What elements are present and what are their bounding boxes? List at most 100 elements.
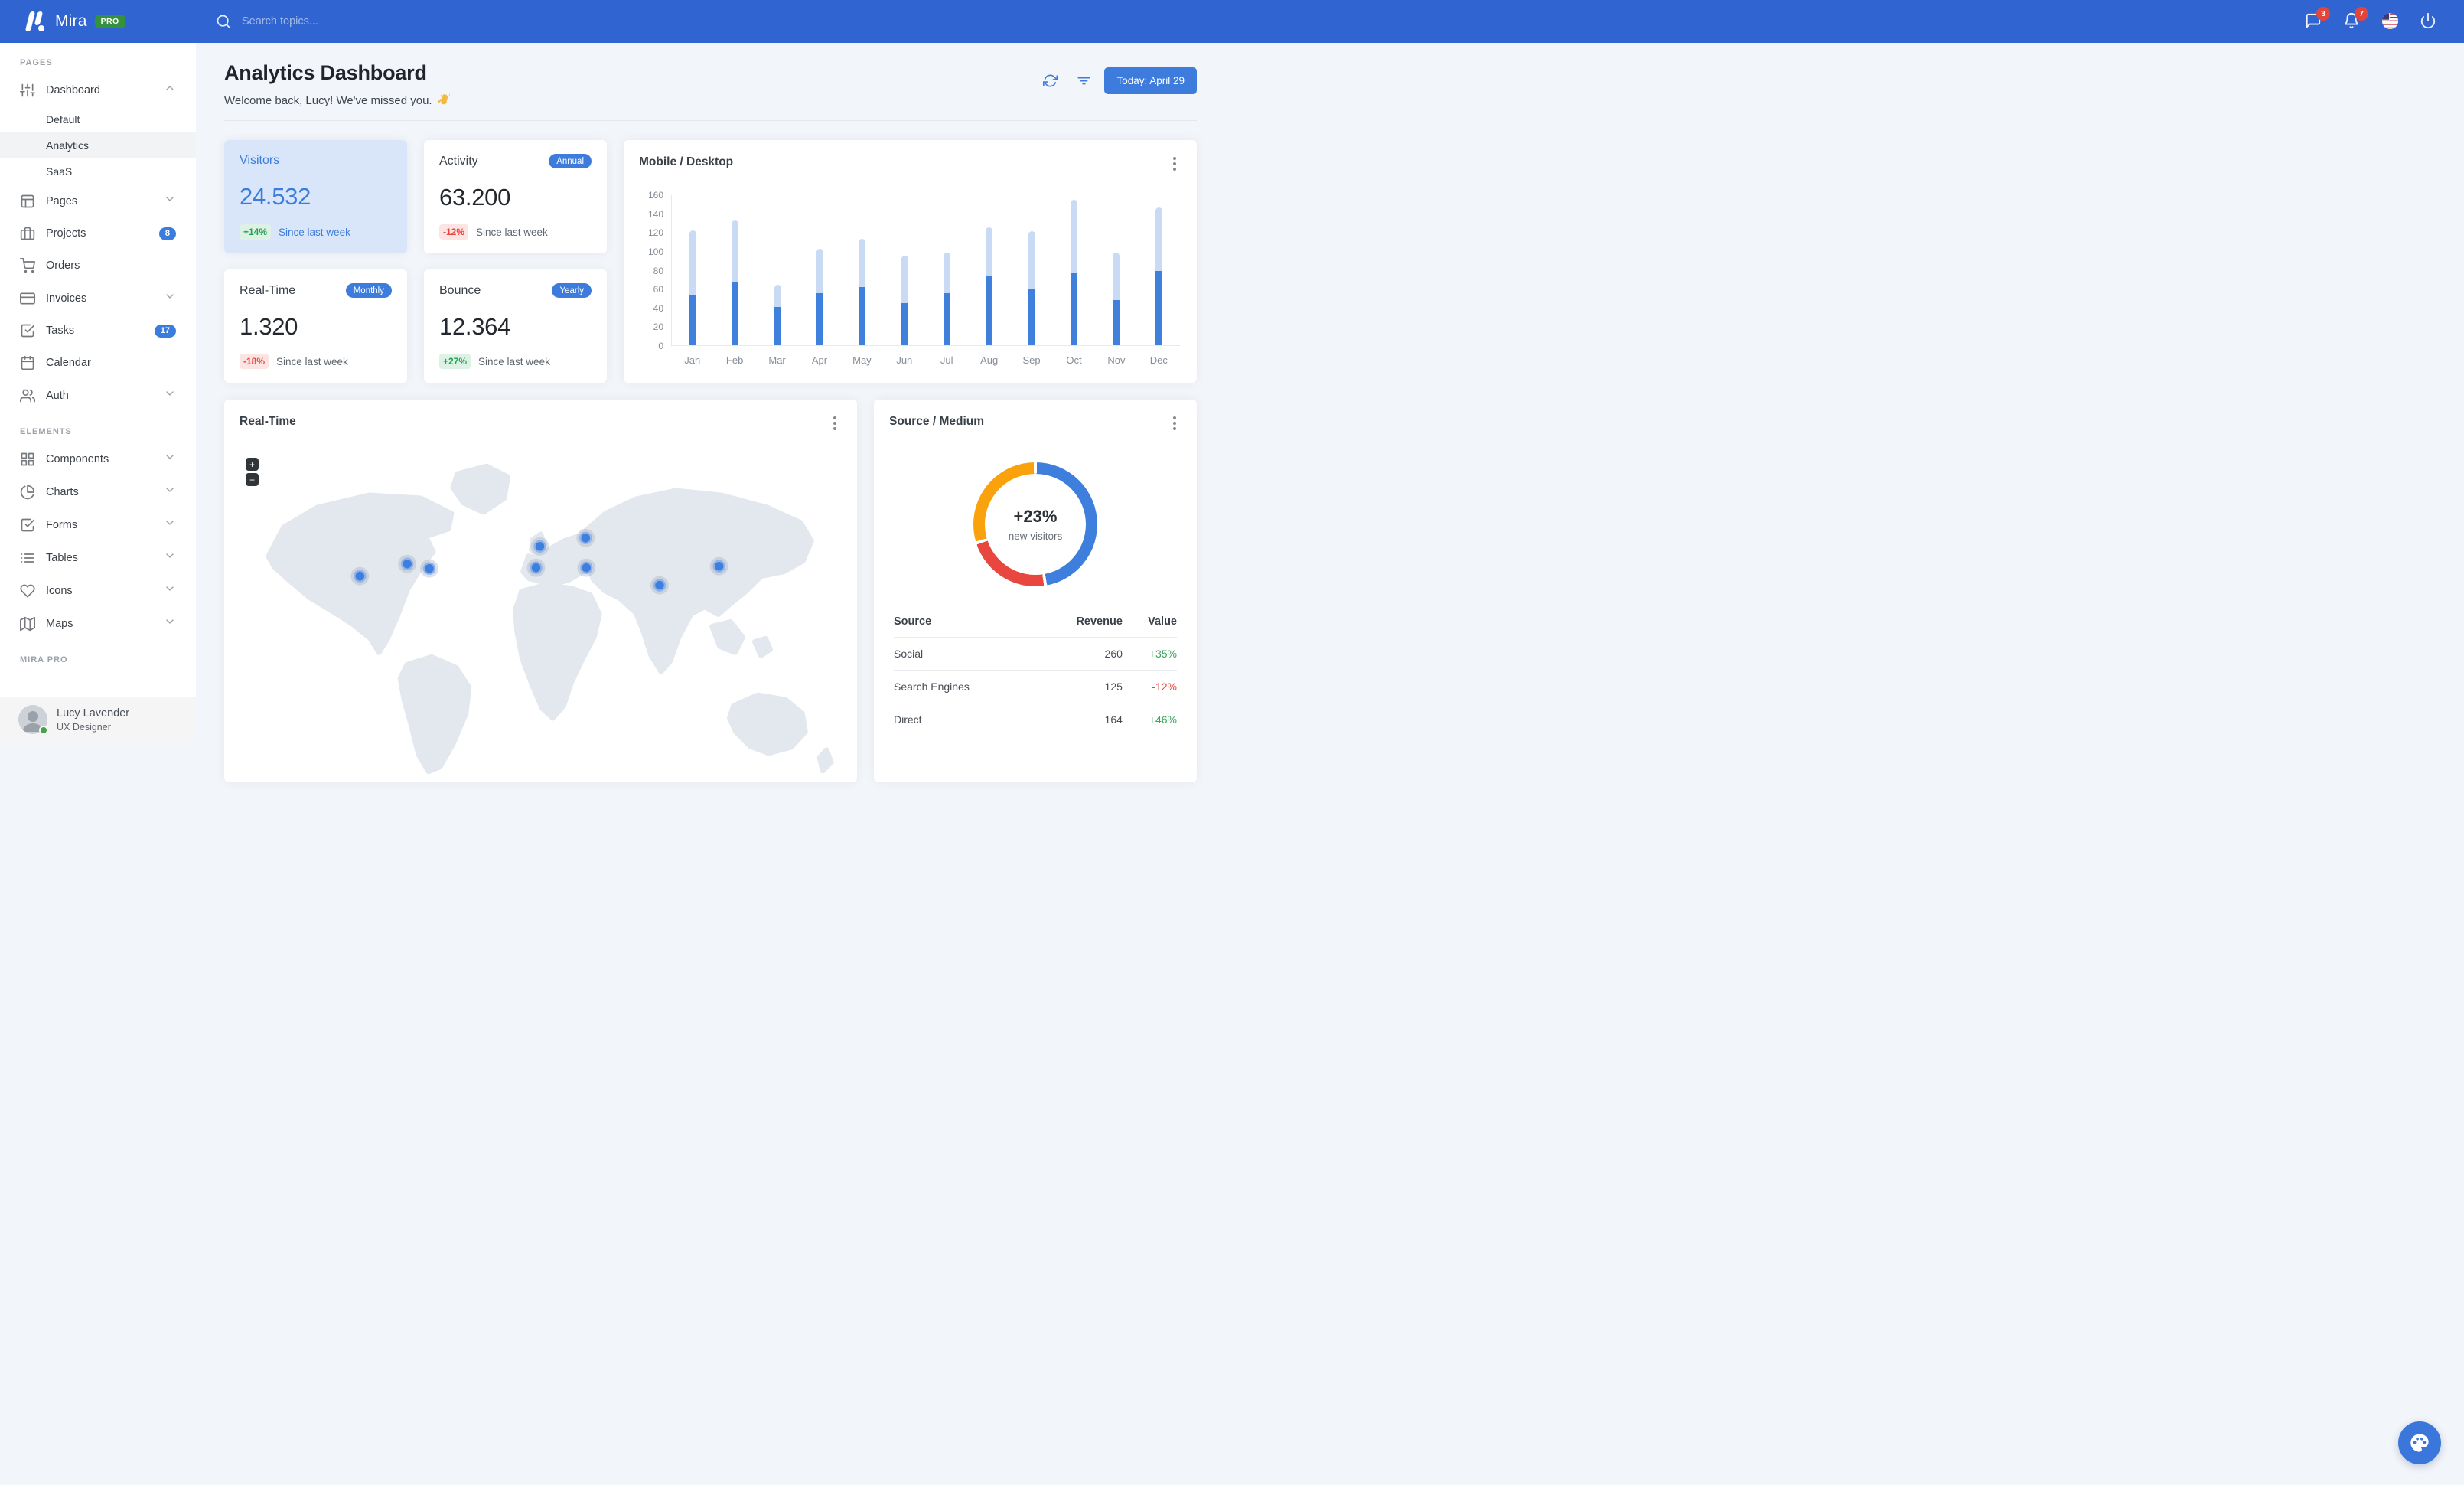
x-axis-label: Oct (1066, 354, 1082, 366)
cell-value: +46% (1122, 703, 1177, 736)
card-menu-button[interactable] (1168, 415, 1181, 430)
sidebar-item-orders[interactable]: Orders (0, 250, 196, 282)
sidebar-item-auth[interactable]: Auth (0, 379, 196, 412)
y-axis-tick: 160 (647, 190, 663, 201)
stat-card-visitors: Visitors 24.532 +14% Since last week (224, 140, 407, 253)
theme-settings-fab[interactable] (2398, 1421, 2441, 1464)
sidebar-item-calendar[interactable]: Calendar (0, 347, 196, 379)
map-marker-new-york[interactable] (422, 562, 436, 575)
map-marker-moscow[interactable] (579, 531, 592, 545)
sidebar-subitem-saas[interactable]: SaaS (0, 158, 196, 184)
messages-button[interactable]: 3 (2305, 7, 2330, 31)
user-role: UX Designer (57, 721, 111, 733)
world-map[interactable] (224, 437, 857, 782)
x-axis-label: Sep (1022, 354, 1041, 366)
sidebar-item-invoices[interactable]: Invoices (0, 282, 196, 315)
map-marker-istanbul[interactable] (580, 561, 593, 574)
sidebar-item-maps[interactable]: Maps (0, 607, 196, 640)
map-marker-chicago[interactable] (400, 557, 414, 570)
heart-icon (20, 584, 35, 598)
bar-nov (1095, 195, 1137, 345)
sliders-icon (20, 83, 35, 96)
cell-value: +35% (1122, 637, 1177, 671)
bar-feb (714, 195, 756, 345)
language-flag-button[interactable] (2381, 12, 2400, 31)
sidebar-item-forms[interactable]: Forms (0, 508, 196, 541)
brand[interactable]: Mira PRO (23, 11, 196, 32)
stat-card-realtime: Real-Time Monthly 1.320 -18% Since last … (224, 269, 407, 383)
x-axis-label: Nov (1107, 354, 1126, 366)
y-axis-tick: 20 (653, 321, 663, 333)
sidebar-item-components[interactable]: Components (0, 442, 196, 475)
date-range-button[interactable]: Today: April 29 (1104, 67, 1197, 94)
x-axis-label: Jan (684, 354, 701, 366)
projects-count-badge: 8 (158, 227, 176, 240)
y-axis-tick: 100 (647, 246, 663, 257)
brand-name: Mira (55, 12, 87, 30)
map-icon (20, 616, 35, 631)
chevron-down-icon (166, 488, 174, 492)
refresh-icon (1042, 74, 1058, 87)
shopping-cart-icon (20, 258, 35, 273)
layout-icon (21, 194, 34, 207)
map-zoom-out-button[interactable]: − (246, 473, 259, 486)
chevron-down-icon (166, 455, 174, 459)
cell-source: Direct (894, 703, 1036, 736)
card-menu-button[interactable] (828, 415, 842, 430)
table-row: Direct 164 +46% (894, 703, 1177, 736)
change-chip: +14% (240, 224, 272, 240)
map-marker-beijing[interactable] (712, 560, 725, 573)
bar-may (841, 195, 883, 345)
stat-title: Real-Time (240, 283, 296, 297)
bar-apr (799, 195, 841, 345)
stat-title: Visitors (240, 154, 280, 167)
x-axis-label: Feb (725, 354, 744, 366)
map-zoom-in-button[interactable]: + (246, 458, 259, 471)
top-navbar: Mira PRO 3 7 (0, 0, 2464, 43)
bar-sep (1011, 195, 1053, 345)
refresh-button[interactable] (1037, 70, 1063, 93)
chevron-down-icon (166, 391, 174, 396)
card-menu-button[interactable] (1168, 155, 1181, 171)
user-name: Lucy Lavender (57, 707, 130, 720)
y-axis-tick: 120 (647, 227, 663, 239)
sidebar-item-tasks[interactable]: Tasks 17 (0, 315, 196, 347)
waving-hand-icon (437, 93, 450, 106)
sidebar-item-projects[interactable]: Projects 8 (0, 217, 196, 250)
main-content: Analytics Dashboard Welcome back, Lucy! … (196, 43, 1232, 782)
online-status-dot (39, 726, 48, 735)
list-icon (21, 553, 34, 563)
chevron-down-icon (166, 586, 174, 591)
chevron-up-icon (166, 86, 174, 90)
map-marker-los-angeles[interactable] (354, 570, 367, 583)
stat-card-activity: Activity Annual 63.200 -12% Since last w… (424, 140, 607, 253)
notifications-count-badge: 7 (2355, 7, 2368, 21)
check-square-icon (21, 518, 35, 531)
map-title: Real-Time (240, 415, 296, 428)
source-table: Source Revenue Value Social 260 +35% Search… (894, 608, 1177, 736)
map-marker-madrid[interactable] (530, 561, 543, 574)
sidebar-item-pages[interactable]: Pages (0, 184, 196, 217)
sidebar-subitem-default[interactable]: Default (0, 106, 196, 132)
sidebar-subitem-analytics[interactable]: Analytics (0, 132, 196, 158)
page-title: Analytics Dashboard (224, 61, 427, 84)
stat-value: 12.364 (439, 313, 511, 340)
filter-icon (1077, 77, 1090, 85)
table-row: Search Engines 125 -12% (894, 670, 1177, 703)
map-marker-delhi[interactable] (653, 579, 667, 592)
logout-button[interactable] (2420, 12, 2438, 31)
search-input[interactable] (242, 15, 425, 28)
sidebar-item-tables[interactable]: Tables (0, 541, 196, 574)
bar-jul (926, 195, 968, 345)
sidebar-item-icons[interactable]: Icons (0, 574, 196, 607)
change-chip: -12% (439, 224, 469, 240)
user-footer[interactable]: Lucy Lavender UX Designer (0, 697, 196, 742)
chevron-down-icon (166, 521, 174, 525)
filter-button[interactable] (1071, 70, 1097, 93)
section-label-elements: ELEMENTS (20, 427, 72, 436)
notifications-button[interactable]: 7 (2343, 7, 2368, 31)
map-marker-london[interactable] (533, 540, 546, 553)
sidebar-item-charts[interactable]: Charts (0, 475, 196, 508)
chart-title: Mobile / Desktop (639, 155, 734, 168)
sidebar-item-dashboard[interactable]: Dashboard (0, 73, 196, 106)
